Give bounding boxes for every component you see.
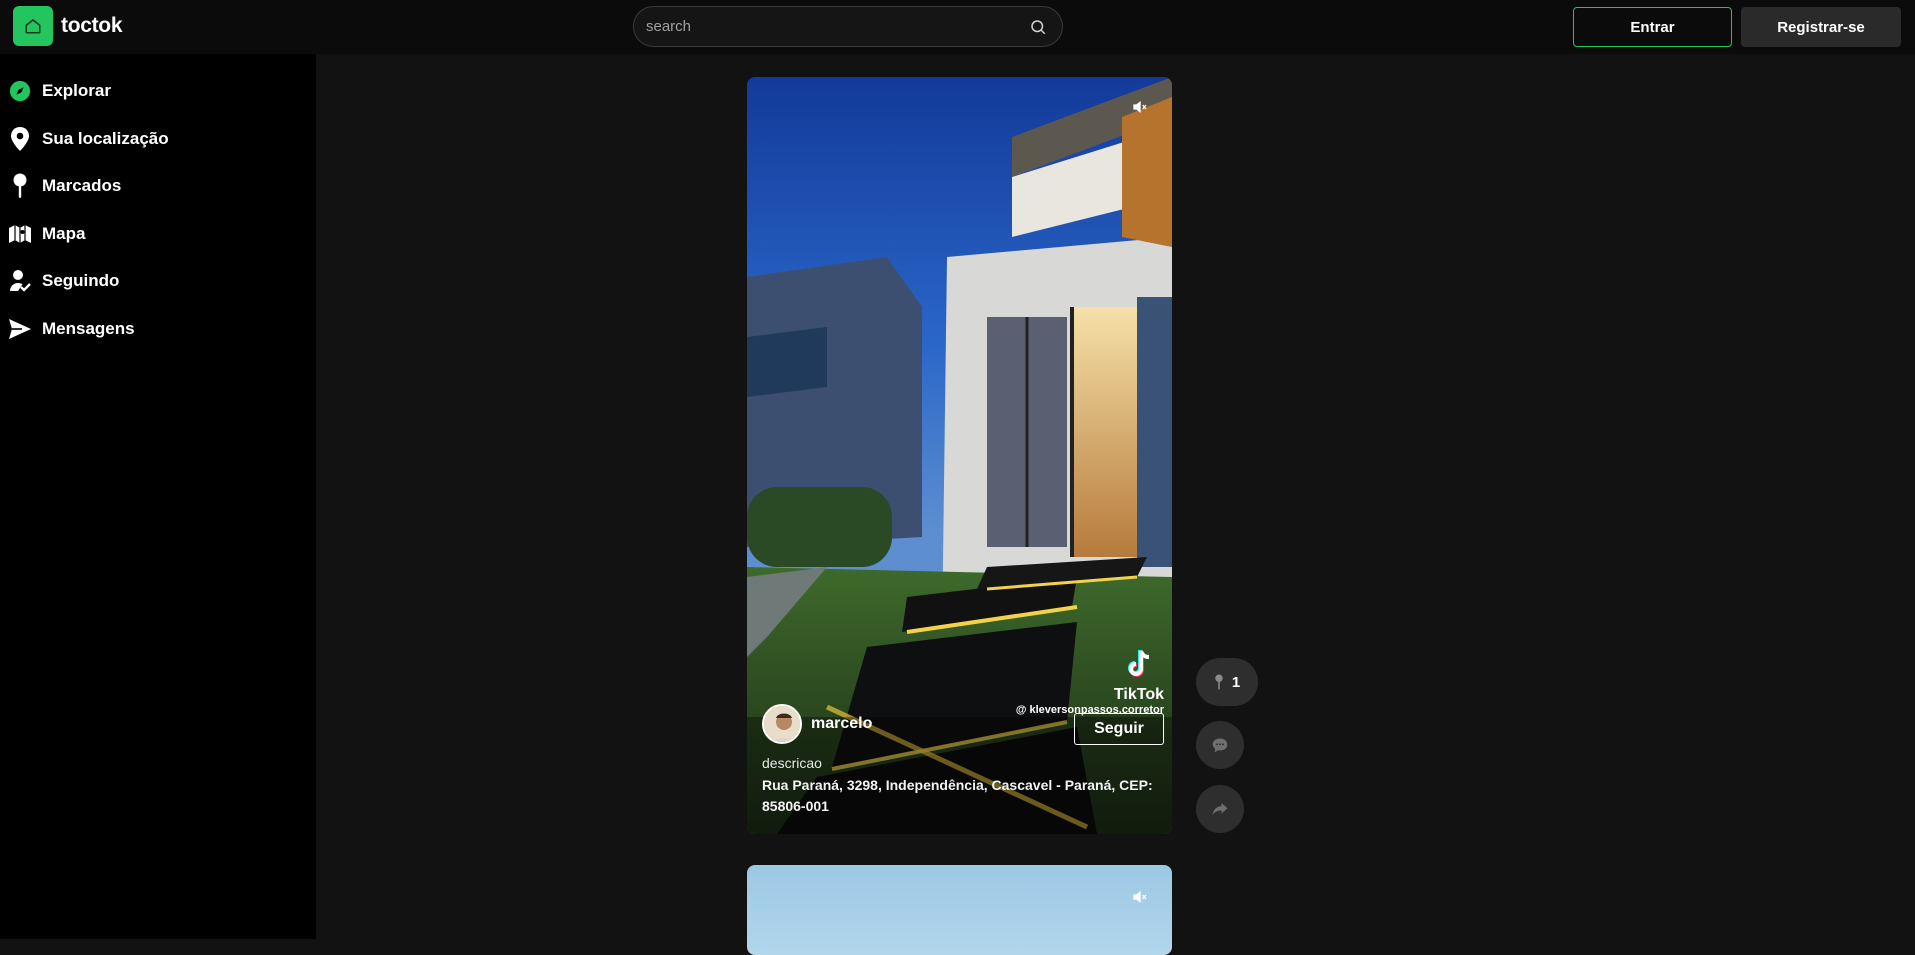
sidebar: Explorar Sua localização Marcados Mapa S… [0, 54, 316, 939]
author-name[interactable]: marcelo [811, 715, 872, 733]
video-player-next[interactable] [747, 865, 1172, 955]
follow-button[interactable]: Seguir [1074, 713, 1164, 745]
sidebar-item-label: Sua localização [42, 129, 169, 148]
sidebar-item-sua-localizacao[interactable]: Sua localização [8, 124, 169, 154]
compass-icon [8, 79, 32, 103]
sidebar-item-label: Seguindo [42, 271, 120, 290]
sidebar-item-label: Mensagens [42, 319, 135, 338]
comment-icon [1212, 738, 1228, 753]
mute-icon[interactable] [1132, 99, 1150, 117]
share-icon [1212, 803, 1228, 815]
sidebar-item-mensagens[interactable]: Mensagens [8, 314, 135, 344]
user-check-icon [8, 269, 32, 293]
video-player[interactable]: TikTok @ kleversonpassos.corretor marcel… [747, 77, 1172, 834]
pushpin-icon [8, 173, 32, 198]
sidebar-item-marcados[interactable]: Marcados [8, 171, 121, 201]
post-description: descricao [762, 755, 822, 771]
post-address: Rua Paraná, 3298, Independência, Cascave… [762, 777, 1153, 814]
map-icon [8, 222, 32, 246]
tiktok-watermark: TikTok @ kleversonpassos.corretor [1004, 649, 1164, 716]
home-icon [13, 6, 53, 46]
top-bar: toctok Entrar Registrar-se [0, 0, 1915, 54]
app-name: toctok [61, 14, 123, 37]
pin-button[interactable]: 1 [1196, 658, 1258, 706]
post-author[interactable]: marcelo [762, 704, 872, 744]
watermark-name: TikTok [1113, 686, 1164, 703]
sidebar-item-label: Mapa [42, 224, 86, 243]
login-button[interactable]: Entrar [1573, 7, 1732, 47]
pin-count: 1 [1231, 673, 1241, 691]
mute-icon[interactable] [1132, 889, 1150, 907]
sidebar-item-label: Marcados [42, 176, 122, 195]
share-button[interactable] [1196, 785, 1244, 833]
sidebar-item-seguindo[interactable]: Seguindo [8, 266, 119, 296]
tiktok-logo-icon [1128, 650, 1150, 677]
sidebar-item-label: Explorar [42, 81, 111, 100]
sidebar-item-mapa[interactable]: Mapa [8, 219, 85, 249]
comment-button[interactable] [1196, 721, 1244, 769]
location-pin-icon [8, 127, 32, 151]
pushpin-icon [1215, 674, 1223, 690]
app-logo[interactable]: toctok [13, 6, 123, 46]
send-icon [8, 317, 32, 341]
sidebar-item-explorar[interactable]: Explorar [8, 76, 111, 106]
search-input[interactable] [646, 18, 1028, 35]
search-bar [633, 6, 1063, 47]
search-icon[interactable] [1028, 17, 1048, 37]
register-button[interactable]: Registrar-se [1741, 7, 1901, 47]
avatar[interactable] [762, 704, 802, 744]
